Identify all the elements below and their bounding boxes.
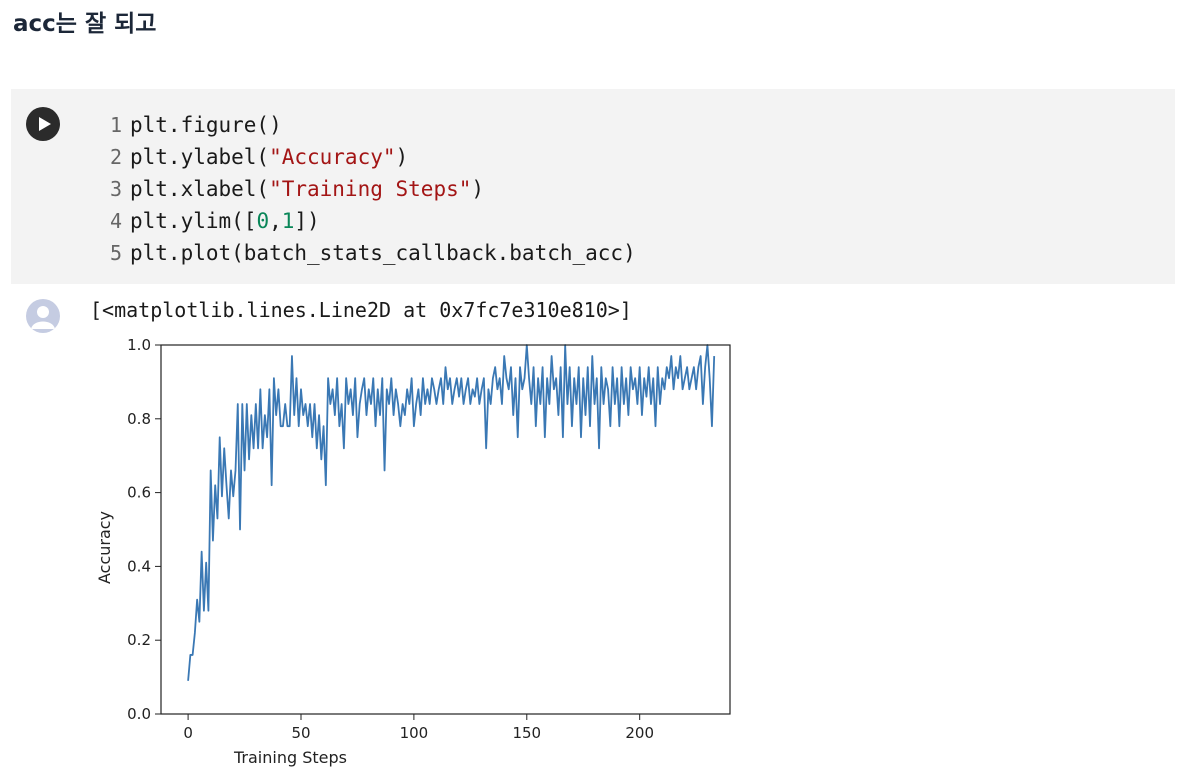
x-tick-label: 0 — [183, 724, 193, 742]
code-token: plt.plot(batch_stats_callback.batch_acc) — [130, 241, 636, 265]
x-tick-label: 200 — [625, 724, 654, 742]
x-axis-label: Training Steps — [233, 748, 347, 767]
series-line — [187, 344, 716, 681]
code-token: plt.ylim([ — [130, 209, 257, 233]
y-axis-label: Accuracy — [95, 511, 114, 584]
run-cell-button[interactable] — [26, 107, 60, 141]
y-tick-label: 1.0 — [127, 336, 151, 354]
y-tick-label: 0.4 — [127, 557, 151, 575]
code-editor[interactable]: 1 plt.figure() 2 plt.ylabel("Accuracy") 3 plt… — [100, 109, 636, 269]
code-token: 0 — [256, 209, 270, 233]
y-tick-label: 0.2 — [127, 631, 151, 649]
x-tick-label: 150 — [512, 724, 541, 742]
code-line: 2 plt.ylabel("Accuracy") — [100, 141, 636, 173]
plot-frame — [160, 344, 731, 715]
code-token: "Training Steps" — [269, 177, 472, 201]
user-avatar-icon — [26, 299, 60, 333]
code-token: ]) — [294, 209, 320, 233]
cell-output-text: [<matplotlib.lines.Line2D at 0x7fc7e310e… — [90, 298, 632, 322]
line-number: 3 — [109, 177, 122, 201]
code-token: plt.ylabel( — [130, 145, 270, 169]
y-tick-label: 0.0 — [127, 705, 151, 723]
play-icon — [39, 117, 51, 131]
code-token: 1 — [281, 209, 295, 233]
code-token: , — [269, 209, 282, 233]
y-tick-label: 0.6 — [127, 484, 151, 502]
line-number: 1 — [109, 113, 122, 137]
x-tick-label: 100 — [400, 724, 429, 742]
code-token: ) — [395, 145, 409, 169]
code-line: 3 plt.xlabel("Training Steps") — [100, 173, 636, 205]
line-number: 5 — [109, 241, 122, 265]
x-tick-label: 50 — [291, 724, 310, 742]
code-token: plt.xlabel( — [130, 177, 270, 201]
code-line: 4 plt.ylim([0,1]) — [100, 205, 636, 237]
line-number: 4 — [109, 209, 122, 233]
code-token: "Accuracy" — [269, 145, 396, 169]
line-number: 2 — [109, 145, 122, 169]
code-line: 5 plt.plot(batch_stats_callback.batch_acc… — [100, 237, 636, 269]
code-token: ) — [471, 177, 485, 201]
code-token: plt.figure() — [130, 113, 282, 137]
code-line: 1 plt.figure() — [100, 109, 636, 141]
y-tick-label: 0.8 — [127, 410, 151, 428]
section-heading: acc는 잘 되고 — [13, 11, 157, 37]
accuracy-line-chart: 0 50 100 150 200 0.0 0.2 0.4 0.6 0.8 1.0 Training S… — [95, 336, 731, 767]
